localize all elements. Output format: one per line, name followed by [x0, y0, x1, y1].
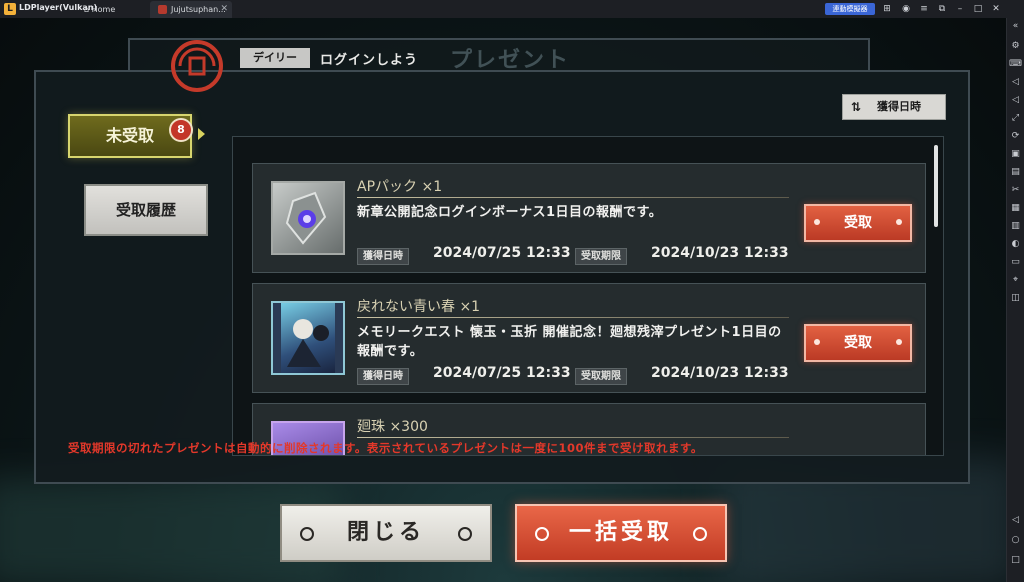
- close-button[interactable]: 閉じる: [280, 504, 492, 562]
- install-apk-icon[interactable]: ▦: [1009, 202, 1022, 215]
- category-text: ログインしよう: [320, 53, 419, 68]
- sync-icon[interactable]: ⟳: [1009, 130, 1022, 143]
- item-divider: [357, 317, 789, 318]
- maximize-icon[interactable]: □: [972, 3, 984, 15]
- collapse-sidebar-icon[interactable]: «: [1009, 20, 1022, 33]
- emulator-sidebar: « ⚙ ⌨ ◁ ◁ ⤢ ⟳ ▣ ▤ ✂ ▦ ▥ ◐ ▭ ⌖ ◫ ◁ ○ □: [1006, 18, 1024, 582]
- close-window-icon[interactable]: ✕: [990, 3, 1002, 15]
- volume-up-icon[interactable]: ◁: [1009, 76, 1022, 89]
- acquired-label: 獲得日時: [357, 248, 409, 265]
- keyboard-icon[interactable]: ⌨: [1009, 58, 1022, 71]
- memory-card-icon: [271, 301, 345, 375]
- operations-icon[interactable]: ◐: [1009, 238, 1022, 251]
- tab-game[interactable]: Jujutsuphan... ✕: [150, 1, 232, 18]
- emulator-titlebar: L LDPlayer(Vulkan) ⌂ Home Jujutsuphan...…: [0, 0, 1024, 19]
- expire-value: 2024/10/23 12:33: [651, 365, 789, 381]
- tab-history[interactable]: 受取履歴: [84, 184, 208, 236]
- item-name: 廻珠 ×300: [357, 419, 428, 435]
- present-list[interactable]: APパック ×1 新章公開記念ログインボーナス1日目の報酬です。 獲得日時 20…: [232, 136, 944, 456]
- sort-icon: ⇅: [851, 100, 862, 114]
- game-app-icon: [158, 5, 167, 14]
- multi-instance-icon[interactable]: ▥: [1009, 220, 1022, 233]
- record-icon[interactable]: ▤: [1009, 166, 1022, 179]
- minimize-icon[interactable]: –: [954, 3, 966, 15]
- item-description: 新章公開記念ログインボーナス1日目の報酬です。: [357, 205, 663, 220]
- tab-home-label: Home: [91, 5, 116, 14]
- sort-label: 獲得日時: [877, 100, 921, 113]
- restore-window-icon[interactable]: ⧉: [936, 3, 948, 15]
- expiry-notice: 受取期限の切れたプレゼントは自動的に削除されます。表示されているプレゼントは一度…: [68, 441, 703, 455]
- category-tag: デイリー: [240, 48, 310, 68]
- item-name: APパック ×1: [357, 179, 443, 195]
- account-icon[interactable]: ◉: [900, 3, 912, 15]
- seal-emblem-icon: [171, 40, 223, 92]
- cut-icon[interactable]: ✂: [1009, 184, 1022, 197]
- acquired-value: 2024/07/25 12:33: [433, 365, 571, 381]
- list-item: 戻れない青い春 ×1 メモリークエスト 懐玉・玉折 開催記念！廻想残滓プレゼント…: [252, 283, 926, 393]
- tab-home[interactable]: ⌂ Home: [84, 1, 115, 18]
- close-tab-icon[interactable]: ✕: [220, 1, 228, 18]
- sync-emulator-badge[interactable]: 連動模擬器: [825, 3, 875, 15]
- screenshot-icon[interactable]: ▣: [1009, 148, 1022, 161]
- active-tab-arrow-icon: [198, 128, 205, 140]
- item-divider: [357, 437, 789, 438]
- list-item: APパック ×1 新章公開記念ログインボーナス1日目の報酬です。 獲得日時 20…: [252, 163, 926, 273]
- expire-label: 受取期限: [575, 248, 627, 265]
- location-icon[interactable]: ⌖: [1009, 274, 1022, 287]
- fullscreen-icon[interactable]: ⤢: [1009, 112, 1022, 125]
- item-name: 戻れない青い春 ×1: [357, 299, 481, 315]
- gamepad-icon[interactable]: ⊞: [881, 3, 893, 15]
- acquired-value: 2024/07/25 12:33: [433, 245, 571, 261]
- item-divider: [357, 197, 789, 198]
- back-icon[interactable]: ◁: [1009, 514, 1022, 527]
- ap-pack-icon: [271, 181, 345, 255]
- recents-icon[interactable]: □: [1009, 554, 1022, 567]
- unreceived-count-badge: 8: [169, 118, 193, 142]
- home-icon: ⌂: [84, 5, 90, 14]
- item-description: メモリークエスト 懐玉・玉折 開催記念！廻想残滓プレゼント1日目の報酬です。: [357, 325, 782, 359]
- expire-value: 2024/10/23 12:33: [651, 245, 789, 261]
- receive-button[interactable]: 受取: [804, 324, 912, 362]
- bulk-receive-button[interactable]: 一括受取: [515, 504, 727, 562]
- shake-icon[interactable]: ◫: [1009, 292, 1022, 305]
- scrollbar-thumb[interactable]: [934, 145, 938, 227]
- volume-down-icon[interactable]: ◁: [1009, 94, 1022, 107]
- receive-button[interactable]: 受取: [804, 204, 912, 242]
- game-screen: プレゼント デイリー ログインしよう 未受取 8 受取履歴 ⇅ 獲得日時 APパ…: [0, 18, 1006, 582]
- settings-icon[interactable]: ⚙: [1009, 40, 1022, 53]
- home-nav-icon[interactable]: ○: [1009, 534, 1022, 547]
- acquired-label: 獲得日時: [357, 368, 409, 385]
- menu-icon[interactable]: ≡: [918, 3, 930, 15]
- tab-game-label: Jujutsuphan...: [171, 5, 226, 14]
- sort-button[interactable]: ⇅ 獲得日時: [842, 94, 946, 120]
- expire-label: 受取期限: [575, 368, 627, 385]
- folder-icon[interactable]: ▭: [1009, 256, 1022, 269]
- ldplayer-logo-icon: L: [4, 3, 16, 15]
